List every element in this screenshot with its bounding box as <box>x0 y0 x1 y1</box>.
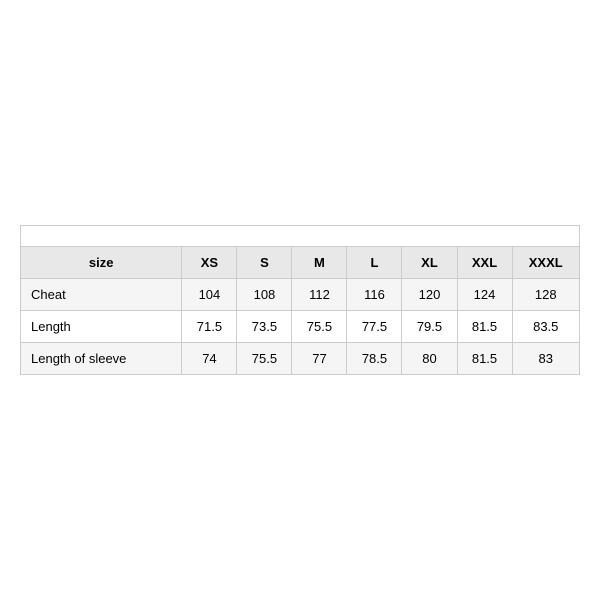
cell-value: 80 <box>402 343 457 375</box>
row-label: Cheat <box>21 279 182 311</box>
cell-value: 73.5 <box>237 311 292 343</box>
cell-value: 71.5 <box>182 311 237 343</box>
cell-value: 83.5 <box>512 311 579 343</box>
cell-value: 81.5 <box>457 343 512 375</box>
cell-value: 128 <box>512 279 579 311</box>
cell-value: 75.5 <box>237 343 292 375</box>
title-row <box>21 226 580 247</box>
cell-value: 83 <box>512 343 579 375</box>
cell-value: 112 <box>292 279 347 311</box>
size-chart-table: size XS S M L XL XXL XXXL Cheat104108112… <box>20 225 580 375</box>
cell-value: 79.5 <box>402 311 457 343</box>
row-label: Length <box>21 311 182 343</box>
row-label: Length of sleeve <box>21 343 182 375</box>
header-l: L <box>347 247 402 279</box>
table-title <box>21 226 580 247</box>
cell-value: 124 <box>457 279 512 311</box>
table-row: Cheat104108112116120124128 <box>21 279 580 311</box>
header-m: M <box>292 247 347 279</box>
table-row: Length of sleeve7475.57778.58081.583 <box>21 343 580 375</box>
header-xs: XS <box>182 247 237 279</box>
header-xl: XL <box>402 247 457 279</box>
cell-value: 77.5 <box>347 311 402 343</box>
cell-value: 104 <box>182 279 237 311</box>
size-chart-container: size XS S M L XL XXL XXXL Cheat104108112… <box>20 225 580 375</box>
cell-value: 81.5 <box>457 311 512 343</box>
cell-value: 78.5 <box>347 343 402 375</box>
cell-value: 77 <box>292 343 347 375</box>
cell-value: 120 <box>402 279 457 311</box>
header-size: size <box>21 247 182 279</box>
header-s: S <box>237 247 292 279</box>
cell-value: 75.5 <box>292 311 347 343</box>
header-row: size XS S M L XL XXL XXXL <box>21 247 580 279</box>
header-xxl: XXL <box>457 247 512 279</box>
cell-value: 74 <box>182 343 237 375</box>
cell-value: 108 <box>237 279 292 311</box>
header-xxxl: XXXL <box>512 247 579 279</box>
cell-value: 116 <box>347 279 402 311</box>
table-row: Length71.573.575.577.579.581.583.5 <box>21 311 580 343</box>
